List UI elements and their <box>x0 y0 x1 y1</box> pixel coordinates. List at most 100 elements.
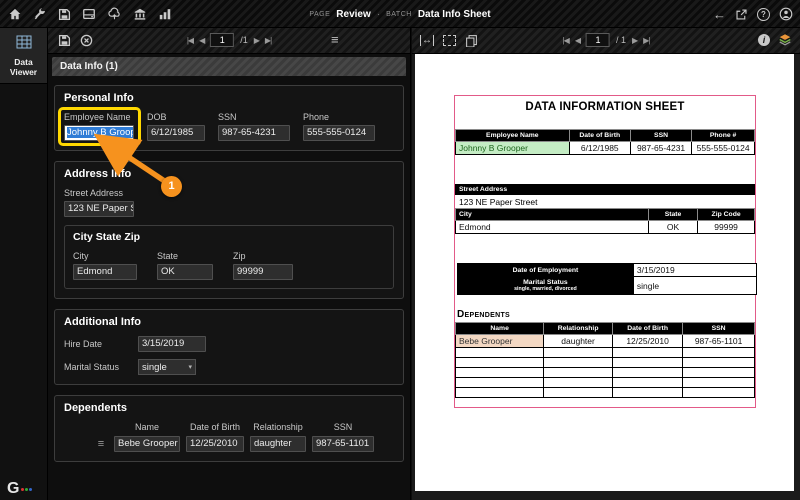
doc-col-phone: Phone # <box>692 130 755 142</box>
document-content-region: DATA INFORMATION SHEET Employee Name Dat… <box>454 95 756 408</box>
doc-dependents-table: Name Relationship Date of Birth SSN Bebe… <box>455 322 755 398</box>
fit-width-icon[interactable]: ↔ <box>420 35 434 46</box>
doc-street-block: Street Address 123 NE Paper Street <box>455 184 755 208</box>
stats-icon[interactable] <box>158 7 172 21</box>
last-page-icon[interactable]: ▶| <box>265 36 271 45</box>
doc-employee-table: Employee Name Date of Birth SSN Phone # … <box>455 129 755 155</box>
hire-date-input[interactable]: 3/15/2019 <box>138 336 206 352</box>
marital-status-select[interactable]: single ▾ <box>138 359 196 375</box>
col-header-name: Name <box>114 422 180 432</box>
dependent-relationship-input[interactable]: daughter <box>250 436 306 452</box>
doc-dep-empty-row <box>456 378 755 388</box>
marital-status-label: Marital Status <box>64 362 138 372</box>
last-page-icon[interactable]: ▶| <box>643 36 649 45</box>
breadcrumb: PAGE Review · BATCH Data Info Sheet <box>309 0 490 28</box>
doc-col-state: State <box>648 209 697 221</box>
city-state-zip-group: City State Zip City Edmond State OK Zip <box>64 225 394 289</box>
section-dependents: Dependents Name Date of Birth Relationsh… <box>54 395 404 462</box>
doc-col-dob: Date of Birth <box>569 130 630 142</box>
batch-value[interactable]: Data Info Sheet <box>418 9 491 20</box>
employee-name-field-group: Employee Name Johnny B Grooper <box>64 112 134 141</box>
section-title: Address Info <box>64 168 394 180</box>
tools-icon[interactable] <box>33 7 47 21</box>
ssn-field-group: SSN 987-65-4231 <box>218 112 290 141</box>
marital-status-row: Marital Status single ▾ <box>64 359 394 375</box>
doc-dep-empty-row <box>456 388 755 398</box>
state-input[interactable]: OK <box>157 264 213 280</box>
doc-dep-name-value[interactable]: Bebe Grooper <box>456 335 544 348</box>
save-icon[interactable] <box>58 8 71 21</box>
form-page-input[interactable] <box>210 33 234 47</box>
document-pager: |◀ ◀ / 1 ▶ ▶| <box>563 33 650 47</box>
next-page-icon[interactable]: ▶ <box>254 36 259 45</box>
zip-field-group: Zip 99999 <box>233 251 293 280</box>
marital-status-value: single <box>142 362 167 373</box>
doc-col-employee-name: Employee Name <box>456 130 570 142</box>
doc-dep-dob-value: 12/25/2010 <box>612 335 682 348</box>
employee-name-input[interactable]: Johnny B Grooper <box>64 125 134 141</box>
pages-icon[interactable] <box>465 34 478 47</box>
hire-date-row: Hire Date 3/15/2019 <box>64 336 394 352</box>
doc-street-value: 123 NE Paper Street <box>455 195 755 208</box>
state-field-group: State OK <box>157 251 213 280</box>
form-toolbar-icons <box>58 34 93 47</box>
doc-marital-label-cell: Marital Status single, married, divorced <box>458 277 634 295</box>
cancel-icon[interactable] <box>80 34 93 47</box>
document-toolbar: ↔ |◀ ◀ / 1 ▶ ▶| i <box>412 28 800 54</box>
hire-date-label: Hire Date <box>64 339 138 349</box>
dependent-ssn-input[interactable]: 987-65-1101 <box>312 436 374 452</box>
user-icon[interactable] <box>779 7 793 21</box>
topbar-action-icons: ← ? <box>713 0 793 28</box>
street-input[interactable]: 123 NE Paper Street <box>64 201 134 217</box>
marquee-zoom-icon[interactable] <box>443 35 456 46</box>
doc-employment-table: Date of Employment 3/15/2019 Marital Sta… <box>457 263 757 295</box>
drag-handle-icon[interactable]: ≡ <box>94 438 108 450</box>
data-info-header[interactable]: Data Info (1) <box>52 57 406 76</box>
dob-input[interactable]: 6/12/1985 <box>147 125 205 141</box>
data-viewer-panel: |◀ ◀ /1 ▶ ▶| ≡ Data Info (1) Personal In… <box>48 28 411 500</box>
zip-input[interactable]: 99999 <box>233 264 293 280</box>
phone-input[interactable]: 555-555-0124 <box>303 125 375 141</box>
ssn-label: SSN <box>218 112 290 122</box>
doc-dep-empty-row <box>456 358 755 368</box>
doc-dep-col-dob: Date of Birth <box>612 323 682 335</box>
document-page[interactable]: DATA INFORMATION SHEET Employee Name Dat… <box>415 54 794 491</box>
cloud-upload-icon[interactable] <box>107 7 122 21</box>
document-title: DATA INFORMATION SHEET <box>455 101 755 113</box>
phone-field-group: Phone 555-555-0124 <box>303 112 375 141</box>
employee-name-label: Employee Name <box>64 112 134 122</box>
left-sidebar: Data Viewer G <box>0 28 48 500</box>
doc-employee-name-value[interactable]: Johnny B Grooper <box>456 142 570 155</box>
ssn-input[interactable]: 987-65-4231 <box>218 125 290 141</box>
doc-phone-value: 555-555-0124 <box>692 142 755 155</box>
dependent-name-input[interactable]: Bebe Grooper <box>114 436 180 452</box>
city-input[interactable]: Edmond <box>73 264 137 280</box>
dependent-dob-input[interactable]: 12/25/2010 <box>186 436 244 452</box>
first-page-icon[interactable]: |◀ <box>187 36 193 45</box>
page-value[interactable]: Review <box>336 9 370 20</box>
help-icon[interactable]: ? <box>757 8 770 21</box>
layers-icon[interactable] <box>778 33 792 46</box>
storage-icon[interactable] <box>82 7 96 21</box>
dob-field-group: DOB 6/12/1985 <box>147 112 205 141</box>
sidebar-item-label: Data Viewer <box>2 57 45 77</box>
menu-icon[interactable]: ≡ <box>331 32 339 47</box>
prev-page-icon[interactable]: ◀ <box>199 36 204 45</box>
doc-dep-col-ssn: SSN <box>683 323 755 335</box>
grid-icon <box>16 35 32 49</box>
save-data-icon[interactable] <box>58 34 71 47</box>
external-link-icon[interactable] <box>735 8 748 21</box>
home-icon[interactable] <box>8 7 22 21</box>
doc-page-input[interactable] <box>586 33 610 47</box>
bank-icon[interactable] <box>133 7 147 21</box>
sidebar-item-data-viewer[interactable]: Data Viewer <box>0 28 47 84</box>
city-label: City <box>73 251 137 261</box>
info-icon[interactable]: i <box>758 34 770 46</box>
first-page-icon[interactable]: |◀ <box>563 36 569 45</box>
prev-page-icon[interactable]: ◀ <box>575 36 580 45</box>
doc-dob-value: 6/12/1985 <box>569 142 630 155</box>
annotation-step-badge: 1 <box>161 176 182 197</box>
back-arrow-icon[interactable]: ← <box>713 8 726 21</box>
next-page-icon[interactable]: ▶ <box>632 36 637 45</box>
doc-dep-empty-row <box>456 348 755 358</box>
